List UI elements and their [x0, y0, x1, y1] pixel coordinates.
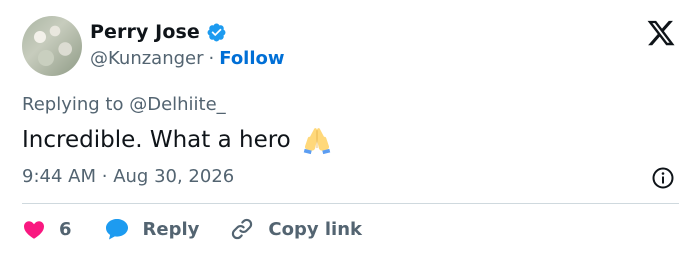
- timestamp-separator: ·: [101, 166, 108, 187]
- author-name[interactable]: Perry Jose: [90, 21, 200, 43]
- reply-bubble-icon: [105, 219, 128, 240]
- author-handle-row: @Kunzanger · Follow: [90, 48, 285, 69]
- avatar[interactable]: [22, 16, 82, 76]
- author-name-row: Perry Jose: [90, 21, 227, 43]
- follow-button[interactable]: Follow: [219, 48, 284, 69]
- folded-hands-icon: [303, 128, 331, 155]
- tweet-timestamp[interactable]: 9:44 AM · Aug 30, 2026: [22, 166, 234, 187]
- tweet-text: Incredible. What a hero: [22, 125, 333, 155]
- like-button[interactable]: 6: [22, 217, 72, 241]
- verified-badge-icon: [207, 23, 226, 41]
- link-icon: [232, 218, 253, 240]
- like-count: 6: [59, 218, 72, 240]
- heart-icon: [24, 221, 44, 239]
- reply-button[interactable]: Reply: [104, 217, 200, 241]
- action-bar: 6 Reply Copy link: [22, 216, 362, 242]
- copy-link-label: Copy link: [268, 218, 362, 240]
- author-handle[interactable]: @Kunzanger: [90, 48, 204, 69]
- reply-label: Reply: [142, 218, 200, 240]
- copy-link-button[interactable]: Copy link: [229, 216, 362, 242]
- tweet-date: Aug 30, 2026: [113, 166, 235, 187]
- divider: [22, 203, 679, 204]
- replying-prefix: Replying to: [22, 94, 130, 115]
- x-logo-icon[interactable]: [645, 18, 677, 48]
- replying-mention[interactable]: @Delhiite_: [129, 94, 225, 115]
- tweet-time: 9:44 AM: [22, 166, 96, 187]
- info-icon[interactable]: [651, 166, 675, 190]
- dot-separator: ·: [208, 48, 215, 69]
- tweet-body: Incredible. What a hero: [22, 127, 291, 153]
- replying-to: Replying to @Delhiite_: [22, 94, 226, 115]
